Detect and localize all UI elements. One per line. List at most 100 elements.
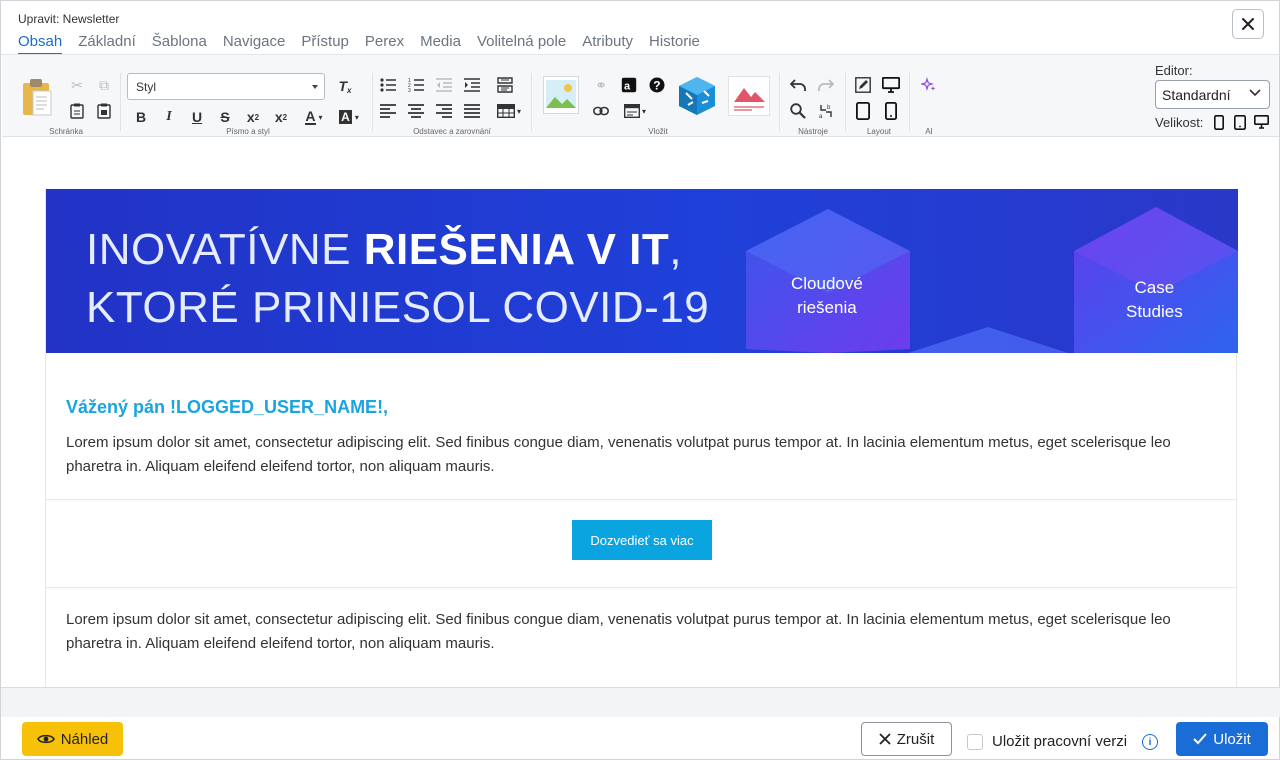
group-label-tools: Nástroje	[798, 127, 828, 136]
numbered-list-icon[interactable]: 123	[405, 74, 427, 96]
tab-sablona[interactable]: Šablona	[152, 33, 207, 55]
group-label-ai: AI	[925, 127, 933, 136]
save-draft-checkbox[interactable]	[967, 734, 983, 750]
dynamic-block-icon[interactable]	[676, 75, 718, 117]
toolbar-separator	[779, 73, 780, 131]
tab-pristup[interactable]: Přístup	[301, 33, 349, 55]
hero-banner: INOVATÍVNE RIEŠENIA V IT, KTORÉ PRINIESO…	[46, 189, 1238, 353]
table-icon[interactable]: ▾	[494, 100, 524, 122]
replace-icon[interactable]: ba	[815, 100, 837, 122]
italic-icon[interactable]: I	[158, 106, 180, 128]
underline-icon[interactable]: U	[186, 106, 208, 128]
undo-icon[interactable]	[787, 74, 809, 96]
size-desktop-icon[interactable]	[1252, 111, 1270, 133]
banner-headline-light: INOVATÍVNE	[86, 225, 364, 274]
unlink-icon[interactable]: ⚭	[590, 74, 612, 96]
cube-label-cloud-line1: Cloudové	[791, 274, 863, 293]
intro-paragraph: Lorem ipsum dolor sit amet, consectetur …	[66, 434, 1171, 475]
save-draft-label[interactable]: Uložit pracovní verzi	[992, 733, 1127, 750]
greeting-heading: Vážený pán !LOGGED_USER_NAME!,	[66, 397, 389, 417]
align-left-icon[interactable]	[377, 100, 399, 122]
tab-navigace[interactable]: Navigace	[223, 33, 286, 55]
outdent-icon[interactable]	[433, 74, 455, 96]
cube-label-case-line1: Case	[1134, 278, 1175, 297]
footer-strip	[1, 687, 1280, 717]
background-color-icon[interactable]: A ▾	[335, 106, 363, 128]
tab-volitelna-pole[interactable]: Volitelná pole	[477, 33, 566, 55]
text-color-icon[interactable]: A ▾	[300, 106, 328, 128]
close-icon	[1242, 18, 1254, 30]
style-dropdown[interactable]: Styl	[127, 73, 325, 100]
align-center-icon[interactable]	[405, 100, 427, 122]
paste-icon[interactable]	[20, 77, 54, 117]
banner-headline-bold: RIEŠENIA V IT	[363, 225, 670, 274]
special-char-icon[interactable]: a	[618, 74, 640, 96]
body-paragraph: Lorem ipsum dolor sit amet, consectetur …	[66, 611, 1171, 652]
cube-graphic-icon	[746, 207, 1238, 353]
svg-text:?: ?	[653, 79, 660, 93]
size-label: Velikost:	[1155, 115, 1204, 130]
find-icon[interactable]	[787, 100, 809, 122]
tab-media[interactable]: Media	[420, 33, 461, 55]
info-icon[interactable]: i	[1142, 734, 1158, 750]
svg-text:a: a	[819, 114, 823, 119]
tab-perex[interactable]: Perex	[365, 33, 404, 55]
paste-text-icon[interactable]	[66, 100, 88, 122]
tab-zakladni[interactable]: Základní	[78, 33, 136, 55]
learn-more-button[interactable]: Dozvedieť sa viac	[572, 520, 712, 560]
tab-historie[interactable]: Historie	[649, 33, 700, 55]
show-blocks-icon[interactable]	[494, 74, 516, 96]
save-button[interactable]: Uložit	[1176, 722, 1268, 756]
tab-atributy[interactable]: Atributy	[582, 33, 633, 55]
tab-bar: Obsah Základní Šablona Navigace Přístup …	[18, 33, 716, 55]
svg-text:a: a	[624, 81, 631, 93]
indent-icon[interactable]	[461, 74, 483, 96]
tablet-view-icon[interactable]	[852, 100, 874, 122]
cancel-button[interactable]: Zrušit	[861, 722, 952, 756]
align-right-icon[interactable]	[433, 100, 455, 122]
banner-headline-line2: KTORÉ PRINIESOL COVID-19	[86, 283, 710, 332]
close-button[interactable]	[1232, 9, 1264, 39]
cube-label-cloud-line2: riešenia	[797, 298, 857, 317]
size-tablet-icon[interactable]	[1231, 111, 1249, 133]
eye-icon	[36, 734, 55, 744]
save-button-label: Uložit	[1213, 730, 1251, 748]
remove-format-icon[interactable]: Tx	[334, 75, 356, 97]
edit-source-icon[interactable]	[852, 74, 874, 96]
group-label-insert: Vložit	[648, 127, 668, 136]
size-mobile-icon[interactable]	[1210, 111, 1228, 133]
paste-word-icon[interactable]	[93, 100, 115, 122]
strikethrough-icon[interactable]: S	[214, 106, 236, 128]
insert-template-icon[interactable]	[728, 76, 770, 116]
group-label-font: Písmo a styl	[226, 127, 270, 136]
tab-obsah[interactable]: Obsah	[18, 33, 63, 55]
cut-icon[interactable]: ✂	[66, 74, 88, 96]
toolbar-separator	[845, 73, 846, 131]
redo-icon[interactable]	[815, 74, 837, 96]
bold-icon[interactable]: B	[130, 106, 152, 128]
copy-icon[interactable]: ⧉	[93, 74, 115, 96]
subscript-icon[interactable]: x2	[242, 106, 264, 128]
section-divider	[46, 587, 1238, 588]
chevron-down-icon	[1249, 88, 1261, 100]
form-icon[interactable]: ▾	[620, 100, 650, 122]
desktop-view-icon[interactable]	[880, 74, 902, 96]
group-label-paragraph: Odstavec a zarovnání	[413, 127, 491, 136]
mobile-view-icon[interactable]	[880, 100, 902, 122]
banner-headline-comma: ,	[669, 225, 683, 274]
editor-type-value: Standardní	[1162, 87, 1231, 103]
bulleted-list-icon[interactable]	[377, 74, 399, 96]
align-justify-icon[interactable]	[461, 100, 483, 122]
help-icon[interactable]: ?	[646, 74, 668, 96]
cancel-button-label: Zrušit	[896, 730, 935, 748]
preview-button-label: Náhled	[60, 730, 109, 748]
editor-content-area[interactable]: INOVATÍVNE RIEŠENIA V IT, KTORÉ PRINIESO…	[2, 138, 1279, 687]
preview-button[interactable]: Náhled	[22, 722, 123, 756]
svg-text:b: b	[827, 105, 831, 111]
editor-type-select[interactable]: Standardní	[1155, 80, 1270, 109]
ai-assistant-icon[interactable]	[918, 74, 940, 96]
superscript-icon[interactable]: x2	[270, 106, 292, 128]
image-icon[interactable]	[543, 76, 579, 114]
dropdown-arrow-icon	[312, 85, 318, 89]
link-icon[interactable]	[590, 100, 612, 122]
